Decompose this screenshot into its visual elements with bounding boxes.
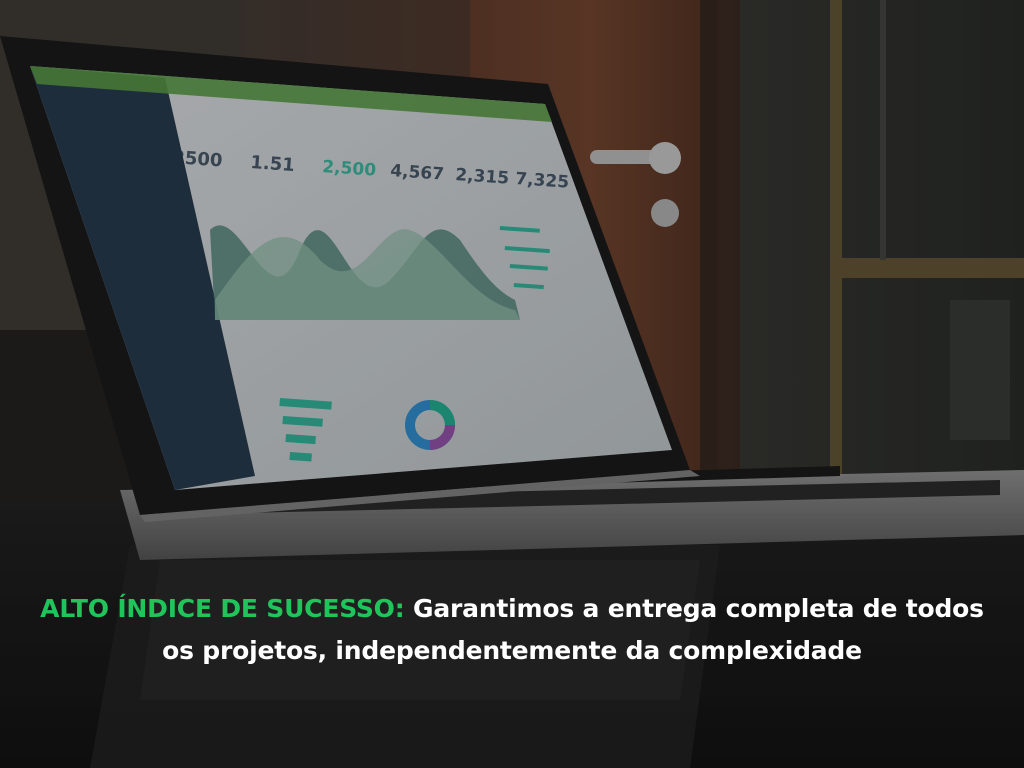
caption-text: ALTO ÍNDICE DE SUCESSO: Garantimos a ent… xyxy=(0,588,1024,672)
caption-line-1-rest: Garantimos a entrega completa de todos xyxy=(404,594,984,623)
caption-line-1: ALTO ÍNDICE DE SUCESSO: Garantimos a ent… xyxy=(0,588,1024,630)
caption-highlight: ALTO ÍNDICE DE SUCESSO: xyxy=(40,594,405,623)
caption-line-2: os projetos, independentemente da comple… xyxy=(162,636,862,665)
